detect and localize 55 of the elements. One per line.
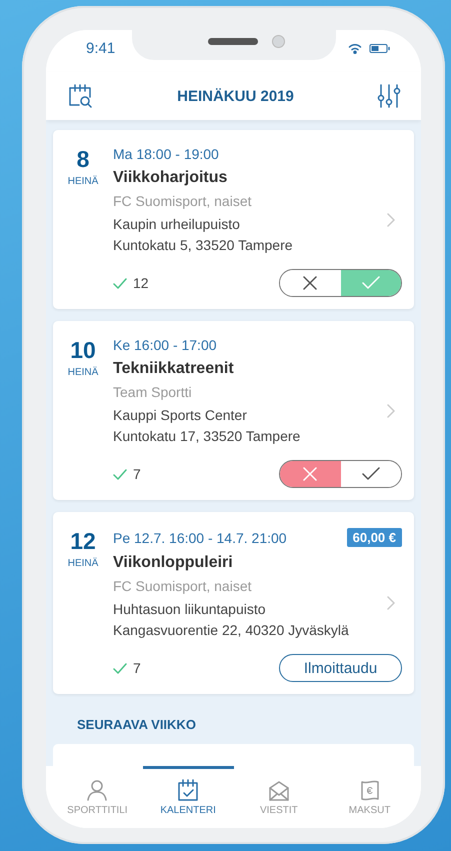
event-time: Pe 12.7. 16:00 - 14.7. 21:00 [113,530,287,546]
check-icon [113,468,127,480]
venue-address: Kangasvuorentie 22, 40320 Jyväskylä [113,622,350,638]
event-day: 8 [76,146,90,172]
check-icon [362,276,380,290]
event-card[interactable]: 8 HEINÄ Ma 18:00 - 19:00 Viikkoharjoitus FC Suomisport, naiset Kaupin urheilupuisto Kuntokatu 5, 33520 Tampere 12 [53,130,414,309]
clock-time: 9:41 [86,40,116,57]
event-title: Viikonloppuleiri [113,554,234,572]
wifi-icon [348,43,362,54]
venue-address: Kuntokatu 17, 33520 Tampere [113,428,302,444]
attendee-count: 7 [133,660,141,676]
camera-dot [272,35,285,48]
event-card[interactable]: 10 HEINÄ Ke 16:00 - 17:00 Tekniikkatreenit Team Sportti Kauppi Sports Center Kuntokatu 17, 33520 Tampere 7 [53,321,414,500]
check-icon [362,467,380,481]
envelope-icon [268,779,290,802]
venue-address: Kuntokatu 5, 33520 Tampere [113,237,294,253]
attendee-count: 7 [133,466,141,482]
event-month: HEINÄ [68,558,98,569]
signup-button[interactable]: Ilmoittaudu [279,654,402,682]
event-card[interactable]: 12 HEINÄ Pe 12.7. 16:00 - 14.7. 21:00 60,00 € Viikonloppuleiri FC Suomisport, naiset Huhtasuon liikuntapuisto Kangasvuorentie 22, 40320 Jyväskylä 7 Ilmoittaudu [53,512,414,694]
attendee-count: 12 [133,275,149,291]
event-day: 12 [70,528,96,554]
event-month: HEINÄ [68,176,98,187]
venue-name: Kaupin urheilupuisto [113,216,241,232]
team-name: FC Suomisport, naiset [113,578,252,594]
event-time: Ke 16:00 - 17:00 [113,337,217,353]
event-title: Tekniikkatreenit [113,360,235,378]
team-name: Team Sportti [113,384,193,400]
filter-button[interactable] [377,83,401,109]
x-icon [303,276,318,290]
check-icon [113,278,127,288]
chevron-right-icon [387,596,395,610]
battery-icon [369,43,391,54]
event-month: HEINÄ [68,367,98,378]
venue-name: Huhtasuon liikuntapuisto [113,601,267,617]
month-title: HEINÄKUU 2019 [177,88,294,104]
team-name: FC Suomisport, naiset [113,193,252,209]
sliders-icon [377,83,401,109]
event-time: Ma 18:00 - 19:00 [113,146,219,162]
chevron-right-icon [387,404,395,418]
tab-button[interactable]: KALENTERI [142,766,234,828]
chevron-right-icon [387,212,395,226]
banknote-icon [358,779,381,802]
x-icon [303,467,318,481]
check-icon [113,662,127,674]
event-title: Viikkoharjoitus [113,169,228,187]
price-badge: 60,00 € [346,528,402,547]
calendar-check-icon [177,779,200,802]
speaker-grille [208,38,258,45]
person-icon [86,779,108,802]
calendar-search-button[interactable] [68,83,94,109]
event-day: 10 [70,337,96,363]
calendar-search-icon [68,83,94,109]
section-title: SEURAAVA VIIKKO [77,717,196,732]
venue-name: Kauppi Sports Center [113,407,248,423]
